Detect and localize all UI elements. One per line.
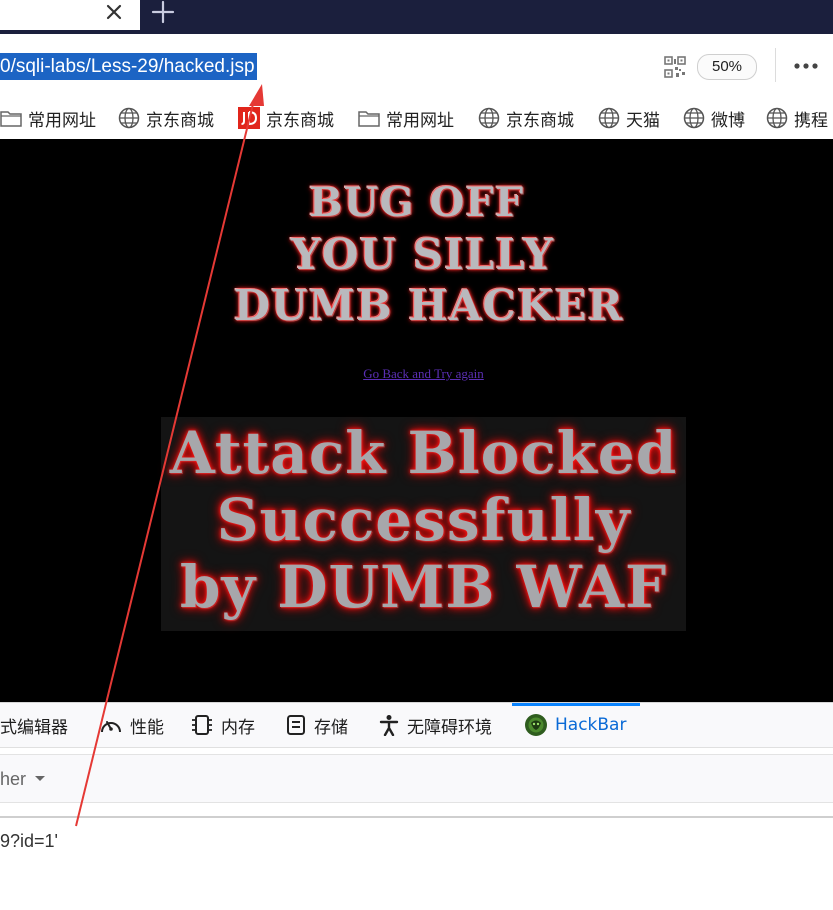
- tab-style-editor[interactable]: 式编辑器: [0, 703, 68, 747]
- hackbar-url-textarea[interactable]: 9?id=1': [0, 819, 833, 910]
- dropdown-label: her: [0, 768, 27, 789]
- globe-icon: [766, 107, 788, 129]
- tab-storage[interactable]: 存储: [285, 703, 348, 747]
- hackbar-divider: [0, 816, 833, 818]
- bookmark-ctrip[interactable]: 携程: [766, 98, 828, 138]
- blocked-line-2: Successfully: [216, 486, 631, 554]
- bookmark-jd[interactable]: 京东商城: [118, 98, 214, 138]
- bookmark-label: 常用网址: [28, 110, 96, 131]
- bookmark-jd-logo[interactable]: 京东商城: [238, 98, 334, 138]
- tab-hackbar[interactable]: HackBar: [524, 703, 626, 747]
- more-options-icon[interactable]: [790, 56, 822, 76]
- blocked-line-1: Attack Blocked: [169, 419, 678, 487]
- bookmark-label: 天猫: [626, 110, 660, 131]
- bookmark-weibo[interactable]: 微博: [683, 98, 745, 138]
- page-viewport: BUG OFF YOU SILLY DUMB HACKER Go Back an…: [0, 139, 833, 702]
- bookmark-tmall[interactable]: 天猫: [598, 98, 660, 138]
- attack-blocked-image: Attack Blocked Successfully by DUMB WAF: [161, 417, 686, 631]
- bookmark-label: 京东商城: [146, 110, 214, 131]
- globe-icon: [478, 107, 500, 129]
- hackbar-options-dropdown[interactable]: her: [0, 768, 46, 790]
- close-icon[interactable]: [103, 1, 125, 23]
- tab-memory[interactable]: 内存: [190, 703, 255, 747]
- bookmark-label: 京东商城: [266, 110, 334, 131]
- bookmark-folder-common[interactable]: 常用网址: [0, 98, 96, 138]
- bookmarks-bar: 常用网址 京东商城 京东商城 常用网址 京东商城 天猫 微博 携程: [0, 98, 833, 140]
- zoom-level-button[interactable]: 50%: [697, 54, 757, 80]
- banner-line-3: DUMB HACKER: [233, 281, 624, 330]
- browser-tab-active[interactable]: [0, 0, 140, 30]
- toolbar-divider: [775, 48, 776, 82]
- storage-icon: [287, 715, 305, 735]
- bookmark-label: 微博: [711, 110, 745, 131]
- bookmark-jd-2[interactable]: 京东商城: [478, 98, 574, 138]
- folder-icon: [0, 111, 22, 127]
- jd-logo-icon: [238, 107, 260, 129]
- tab-strip: [0, 0, 833, 34]
- go-back-link[interactable]: Go Back and Try again: [0, 366, 833, 382]
- globe-icon: [598, 107, 620, 129]
- devtools-tab-bar: 式编辑器 性能 内存 存储 无障碍环境 HackBar: [0, 702, 833, 748]
- globe-icon: [118, 107, 140, 129]
- tab-label: 性能: [130, 717, 164, 738]
- url-input[interactable]: 0/sqli-labs/Less-29/hacked.jsp: [0, 53, 257, 80]
- accessibility-icon: [379, 715, 399, 736]
- globe-icon: [683, 107, 705, 129]
- address-bar: 0/sqli-labs/Less-29/hacked.jsp 50%: [0, 34, 833, 99]
- banner-line-1: BUG OFF: [308, 179, 525, 226]
- tab-label: 内存: [221, 717, 255, 738]
- tab-label: HackBar: [555, 715, 627, 735]
- hackbar-logo-icon: [525, 714, 547, 736]
- hackbar-url-text: 9?id=1': [0, 831, 58, 851]
- tab-accessibility[interactable]: 无障碍环境: [378, 703, 492, 747]
- tab-performance[interactable]: 性能: [99, 703, 164, 747]
- active-tab-indicator: [512, 703, 640, 706]
- bookmark-folder-common-2[interactable]: 常用网址: [358, 98, 454, 138]
- hackbar-toolbar: her: [0, 754, 833, 803]
- performance-gauge-icon: [101, 721, 121, 733]
- memory-chip-icon: [192, 715, 212, 735]
- qr-code-icon[interactable]: [664, 56, 686, 78]
- folder-icon: [358, 111, 380, 127]
- blocked-line-3: by DUMB WAF: [179, 553, 668, 621]
- tab-label: 式编辑器: [0, 717, 68, 738]
- banner-line-2: YOU SILLY: [290, 230, 555, 279]
- chevron-down-icon: [35, 776, 46, 781]
- bookmark-label: 携程: [794, 110, 828, 131]
- bookmark-label: 京东商城: [506, 110, 574, 131]
- plus-icon[interactable]: [150, 0, 176, 26]
- tab-label: 无障碍环境: [407, 717, 492, 738]
- tab-label: 存储: [314, 717, 348, 738]
- bookmark-label: 常用网址: [386, 110, 454, 131]
